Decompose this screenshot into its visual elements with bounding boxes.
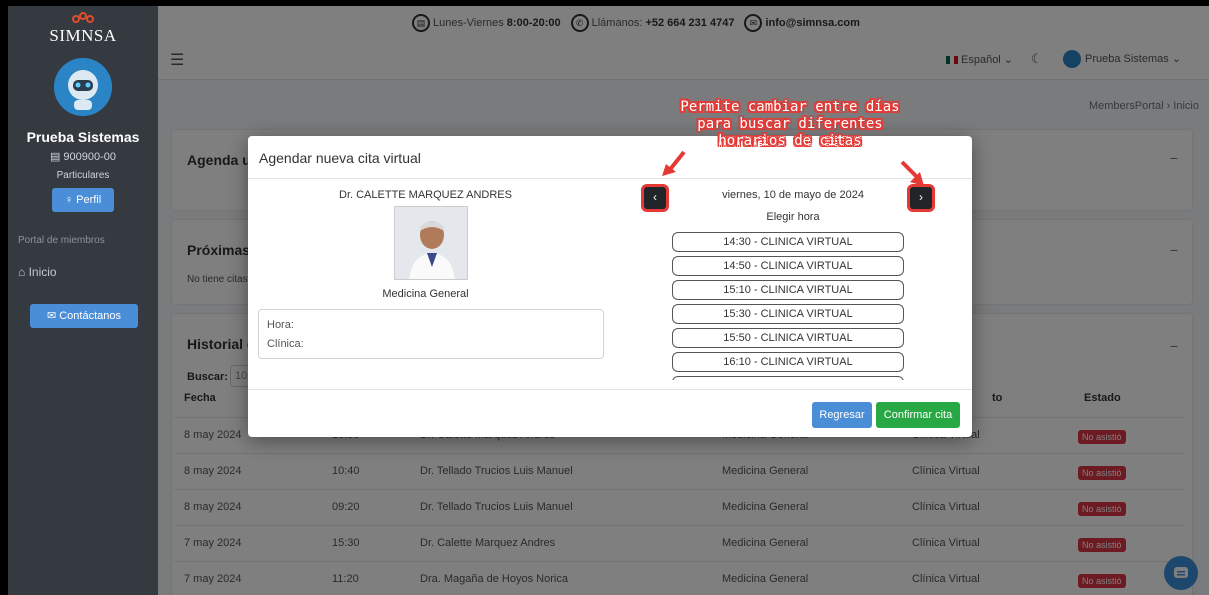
modal-footer: Regresar Confirmar cita xyxy=(248,389,972,437)
next-day-button[interactable]: › xyxy=(910,187,932,209)
confirm-button[interactable]: Confirmar cita xyxy=(876,402,960,428)
user-id: ▤ 900900-00 xyxy=(49,151,117,163)
time-slot-button[interactable]: 15:10 - CLINICA VIRTUAL xyxy=(672,280,904,300)
annotation-line: para buscar diferentes xyxy=(697,116,883,132)
frame-left xyxy=(0,0,8,595)
doctor-photo xyxy=(394,206,468,280)
appointment-summary: Hora: Clínica: xyxy=(258,309,604,359)
time-slot-button[interactable] xyxy=(672,376,904,380)
time-slot-button[interactable]: 16:10 - CLINICA VIRTUAL xyxy=(672,352,904,372)
schedule-modal: Agendar nueva cita virtual Dr. CALETTE M… xyxy=(248,136,972,437)
doctor-specialty: Medicina General xyxy=(382,288,469,300)
time-slot-button[interactable]: 15:30 - CLINICA VIRTUAL xyxy=(672,304,904,324)
time-slot-button[interactable]: 15:50 - CLINICA VIRTUAL xyxy=(672,328,904,348)
time-slot-button[interactable]: 14:30 - CLINICA VIRTUAL xyxy=(672,232,904,252)
hora-label: Hora: xyxy=(267,319,294,331)
logo[interactable]: SIMNSA xyxy=(8,12,158,46)
back-button[interactable]: Regresar xyxy=(812,402,872,428)
sidebar: SIMNSA Prueba Sistemas ▤ 900900-00 Parti… xyxy=(8,6,158,595)
annotation-arrow-icon xyxy=(662,150,686,176)
avatar xyxy=(54,58,112,116)
time-slot-button[interactable]: 14:50 - CLINICA VIRTUAL xyxy=(672,256,904,276)
logo-text: SIMNSA xyxy=(49,26,117,45)
profile-button[interactable]: ♀ Perfil xyxy=(52,188,114,212)
doctor-name: Dr. CALETTE MARQUEZ ANDRES xyxy=(339,189,512,201)
time-slot-list[interactable]: 14:30 - CLINICA VIRTUAL 14:50 - CLINICA V… xyxy=(672,232,906,380)
section-label: Portal de miembros xyxy=(18,235,105,246)
modal-title: Agendar nueva cita virtual xyxy=(259,150,421,166)
selected-date: viernes, 10 de mayo de 2024 xyxy=(722,189,864,201)
annotation-arrow-icon xyxy=(900,160,924,186)
user-type: Particulares xyxy=(56,170,110,181)
sidebar-item-inicio[interactable]: ⌂ Inicio xyxy=(18,265,57,279)
clinica-label: Clínica: xyxy=(267,338,304,350)
prev-day-button[interactable]: ‹ xyxy=(644,187,666,209)
choose-hour-label: Elegir hora xyxy=(766,211,820,223)
annotation-text: Permite cambiar entre días para buscar d… xyxy=(640,99,940,150)
annotation-line: horarios de citas xyxy=(718,133,862,149)
annotation-line: Permite cambiar entre días xyxy=(680,99,900,115)
logo-icon xyxy=(72,12,94,26)
contact-button[interactable]: ✉ Contáctanos xyxy=(30,304,138,328)
user-name: Prueba Sistemas xyxy=(26,129,140,145)
